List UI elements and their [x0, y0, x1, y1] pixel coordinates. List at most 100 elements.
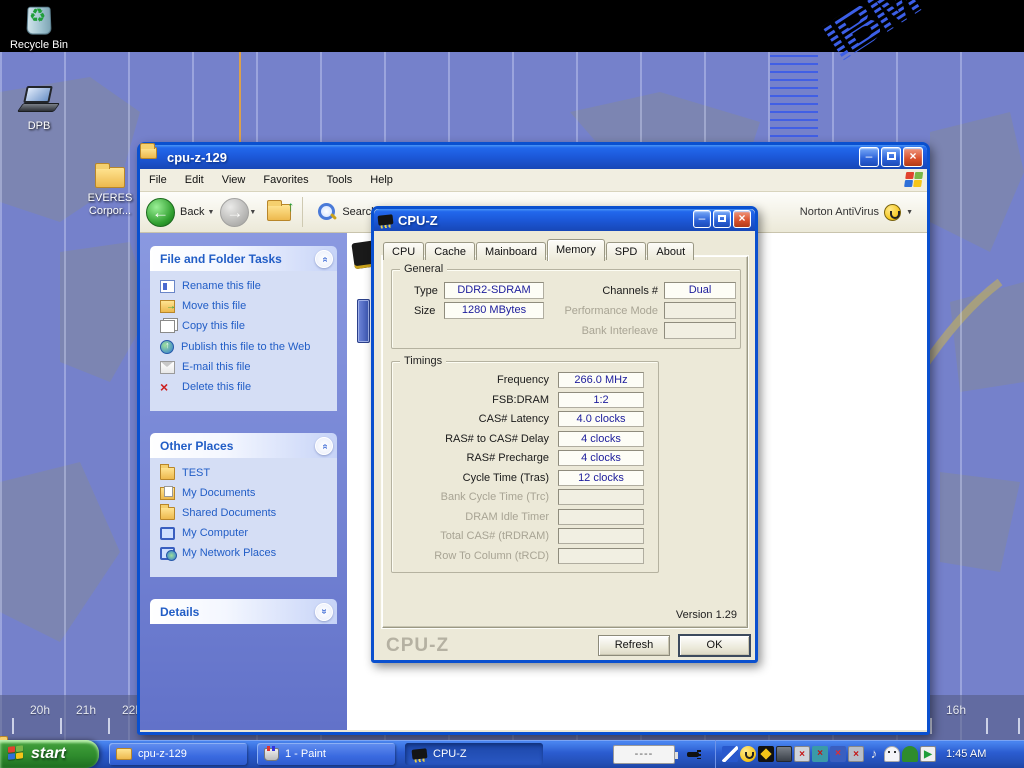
collapse-chevron-icon[interactable]: «: [315, 437, 333, 455]
search-icon[interactable]: [317, 202, 337, 222]
collapse-chevron-icon[interactable]: «: [315, 250, 333, 268]
explorer-titlebar[interactable]: cpu-z-129 – ×: [140, 145, 927, 169]
desktop-icon-dpb[interactable]: DPB: [0, 85, 78, 133]
place-my-computer[interactable]: My Computer: [160, 527, 333, 540]
ram-file-icon[interactable]: [357, 299, 370, 343]
norton-antivirus-icon[interactable]: [758, 746, 774, 762]
timing-row-dram-idle: DRAM Idle Timer: [392, 509, 650, 525]
maximize-button[interactable]: [881, 147, 901, 167]
taskbar-item-explorer[interactable]: cpu-z-129: [109, 743, 247, 765]
tab-about[interactable]: About: [647, 242, 694, 260]
desktop-icon-recycle-bin[interactable]: ♻ Recycle Bin: [0, 2, 78, 52]
timing-value: 4 clocks: [558, 450, 644, 466]
back-button[interactable]: ←: [146, 198, 175, 227]
network-computer-icon[interactable]: [776, 746, 792, 762]
expand-chevron-icon[interactable]: «: [315, 603, 333, 621]
display-disabled-icon[interactable]: ×: [830, 746, 846, 762]
my-documents-icon: [160, 487, 175, 500]
type-label: Type: [414, 285, 438, 297]
tab-memory[interactable]: Memory: [547, 239, 605, 261]
menu-file[interactable]: File: [140, 174, 176, 186]
ok-button[interactable]: OK: [678, 634, 751, 657]
type-value: DDR2-SDRAM: [444, 282, 544, 299]
explorer-menubar: File Edit View Favorites Tools Help: [140, 169, 927, 192]
wireless-disabled-icon[interactable]: ×: [848, 746, 864, 762]
volume-icon[interactable]: ♪: [866, 746, 882, 762]
forward-button[interactable]: →: [220, 198, 249, 227]
tab-mainboard[interactable]: Mainboard: [476, 242, 546, 260]
system-tray: × × × × ♪ ▶: [715, 740, 936, 768]
tab-cpu[interactable]: CPU: [383, 242, 424, 260]
forward-dropdown-icon[interactable]: ▼: [249, 209, 256, 216]
ibm-stripe-decor: [770, 55, 818, 140]
power-plug-icon[interactable]: [687, 748, 701, 760]
firewall-icon[interactable]: [722, 746, 738, 762]
general-groupbox: General Type DDR2-SDRAM Size 1280 MBytes…: [391, 269, 741, 349]
memory-tab-page: General Type DDR2-SDRAM Size 1280 MBytes…: [382, 256, 748, 628]
tab-spd[interactable]: SPD: [606, 242, 647, 260]
back-label[interactable]: Back: [180, 206, 204, 218]
task-delete-file[interactable]: × Delete this file: [160, 381, 333, 394]
start-button[interactable]: start: [0, 740, 99, 768]
task-move-file[interactable]: Move this file: [160, 300, 333, 313]
cpuz-titlebar[interactable]: CPU-Z – ×: [374, 209, 755, 231]
timing-row-total-cas: Total CAS# (tRDRAM): [392, 528, 650, 544]
menu-tools[interactable]: Tools: [318, 174, 362, 186]
up-button[interactable]: ↑: [266, 201, 292, 223]
panel-title: Details: [160, 605, 315, 619]
maximize-button[interactable]: [713, 210, 731, 228]
timing-row-cycle-time: Cycle Time (Tras) 12 clocks: [392, 470, 650, 486]
desktop-icon-label: EVERES Corpor...: [78, 192, 142, 218]
place-test[interactable]: TEST: [160, 467, 333, 480]
performance-mode-value: [664, 302, 736, 319]
taskbar-clock[interactable]: 1:45 AM: [946, 748, 986, 760]
ghost-app-icon[interactable]: [884, 746, 900, 762]
panel-header[interactable]: Details «: [150, 599, 337, 624]
timing-row-fsb-dram: FSB:DRAM 1:2: [392, 392, 650, 408]
tz-label: 16h: [946, 703, 966, 717]
taskbar-item-cpuz[interactable]: CPU-Z: [405, 743, 543, 765]
safely-remove-icon[interactable]: [902, 746, 918, 762]
removable-drive-icon[interactable]: ▶: [920, 746, 936, 762]
place-my-network[interactable]: My Network Places: [160, 547, 333, 560]
menu-view[interactable]: View: [213, 174, 255, 186]
version-text: Version 1.29: [676, 609, 737, 621]
channels-value: Dual: [664, 282, 736, 299]
menu-help[interactable]: Help: [361, 174, 402, 186]
norton-health-icon[interactable]: [740, 746, 756, 762]
task-rename-file[interactable]: Rename this file: [160, 280, 333, 293]
task-email-file[interactable]: E-mail this file: [160, 361, 333, 374]
folder-icon: [160, 467, 175, 480]
network-disabled-icon[interactable]: ×: [794, 746, 810, 762]
paint-icon: [264, 748, 279, 761]
close-button[interactable]: ×: [903, 147, 923, 167]
back-dropdown-icon[interactable]: ▼: [207, 209, 214, 216]
timing-row-bank-cycle: Bank Cycle Time (Trc): [392, 489, 650, 505]
timing-row-cas-latency: CAS# Latency 4.0 clocks: [392, 411, 650, 427]
desktop-icon-everes-folder[interactable]: EVERES Corpor...: [78, 163, 142, 218]
menu-favorites[interactable]: Favorites: [254, 174, 317, 186]
panel-header[interactable]: File and Folder Tasks «: [150, 246, 337, 271]
norton-toolbar-segment[interactable]: Norton AntiVirus ▼: [800, 204, 919, 221]
minimize-button[interactable]: –: [693, 210, 711, 228]
my-network-icon: [160, 547, 175, 560]
place-shared-documents[interactable]: Shared Documents: [160, 507, 333, 520]
place-my-documents[interactable]: My Documents: [160, 487, 333, 500]
battery-meter[interactable]: ----: [613, 745, 675, 764]
norton-dropdown-icon[interactable]: ▼: [906, 209, 913, 216]
cpuz-tabstrip: CPU Cache Mainboard Memory SPD About: [383, 239, 695, 260]
user-blocked-icon[interactable]: ×: [812, 746, 828, 762]
tab-cache[interactable]: Cache: [425, 242, 475, 260]
timing-value: 4.0 clocks: [558, 411, 644, 427]
refresh-button[interactable]: Refresh: [598, 635, 670, 656]
minimize-button[interactable]: –: [859, 147, 879, 167]
norton-label: Norton AntiVirus: [800, 206, 879, 218]
close-button[interactable]: ×: [733, 210, 751, 228]
taskbar-item-paint[interactable]: 1 - Paint: [257, 743, 395, 765]
timing-value: [558, 509, 644, 525]
task-publish-file[interactable]: Publish this file to the Web: [160, 340, 333, 354]
menu-edit[interactable]: Edit: [176, 174, 213, 186]
laptop-icon: [19, 85, 59, 117]
panel-header[interactable]: Other Places «: [150, 433, 337, 458]
task-copy-file[interactable]: Copy this file: [160, 320, 333, 333]
